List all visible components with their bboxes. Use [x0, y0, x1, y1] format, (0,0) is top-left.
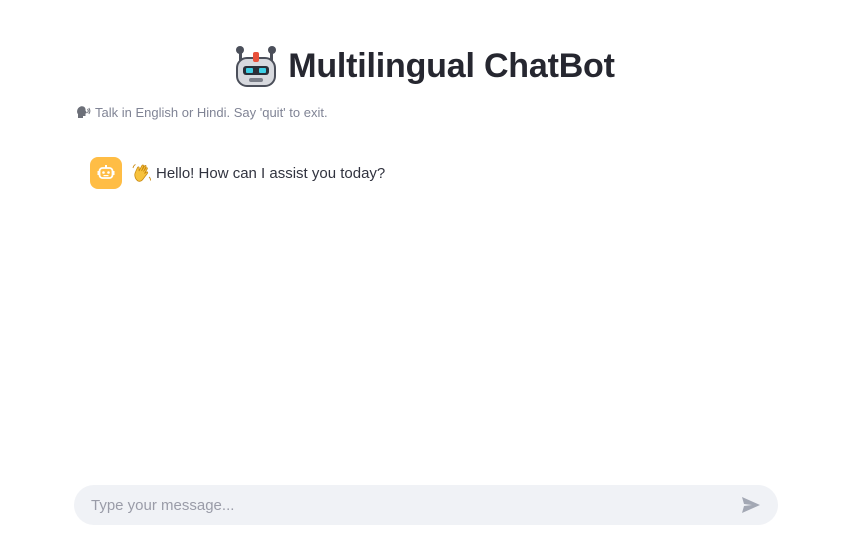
message-text: Hello! How can I assist you today?	[156, 164, 386, 182]
page-title: Multilingual ChatBot	[288, 46, 615, 85]
caption-text: Talk in English or Hindi. Say 'quit' to …	[95, 104, 328, 120]
robot-icon	[236, 46, 277, 87]
send-icon	[742, 497, 760, 513]
send-button[interactable]	[738, 492, 764, 518]
message-body: Hello! How can I assist you today?	[132, 163, 385, 183]
chat-message-assistant: Hello! How can I assist you today?	[90, 157, 780, 189]
caption: Talk in English or Hindi. Say 'quit' to …	[75, 104, 328, 120]
bot-face-icon	[97, 165, 115, 179]
page-header: Multilingual ChatBot	[0, 40, 849, 92]
speaking-head-icon	[77, 106, 91, 118]
chat-input[interactable]	[91, 496, 738, 514]
chat-input-container	[74, 485, 778, 525]
assistant-avatar	[90, 157, 122, 189]
chat-app: Multilingual ChatBot Talk in English or …	[0, 0, 849, 552]
waving-hand-icon	[132, 164, 151, 182]
